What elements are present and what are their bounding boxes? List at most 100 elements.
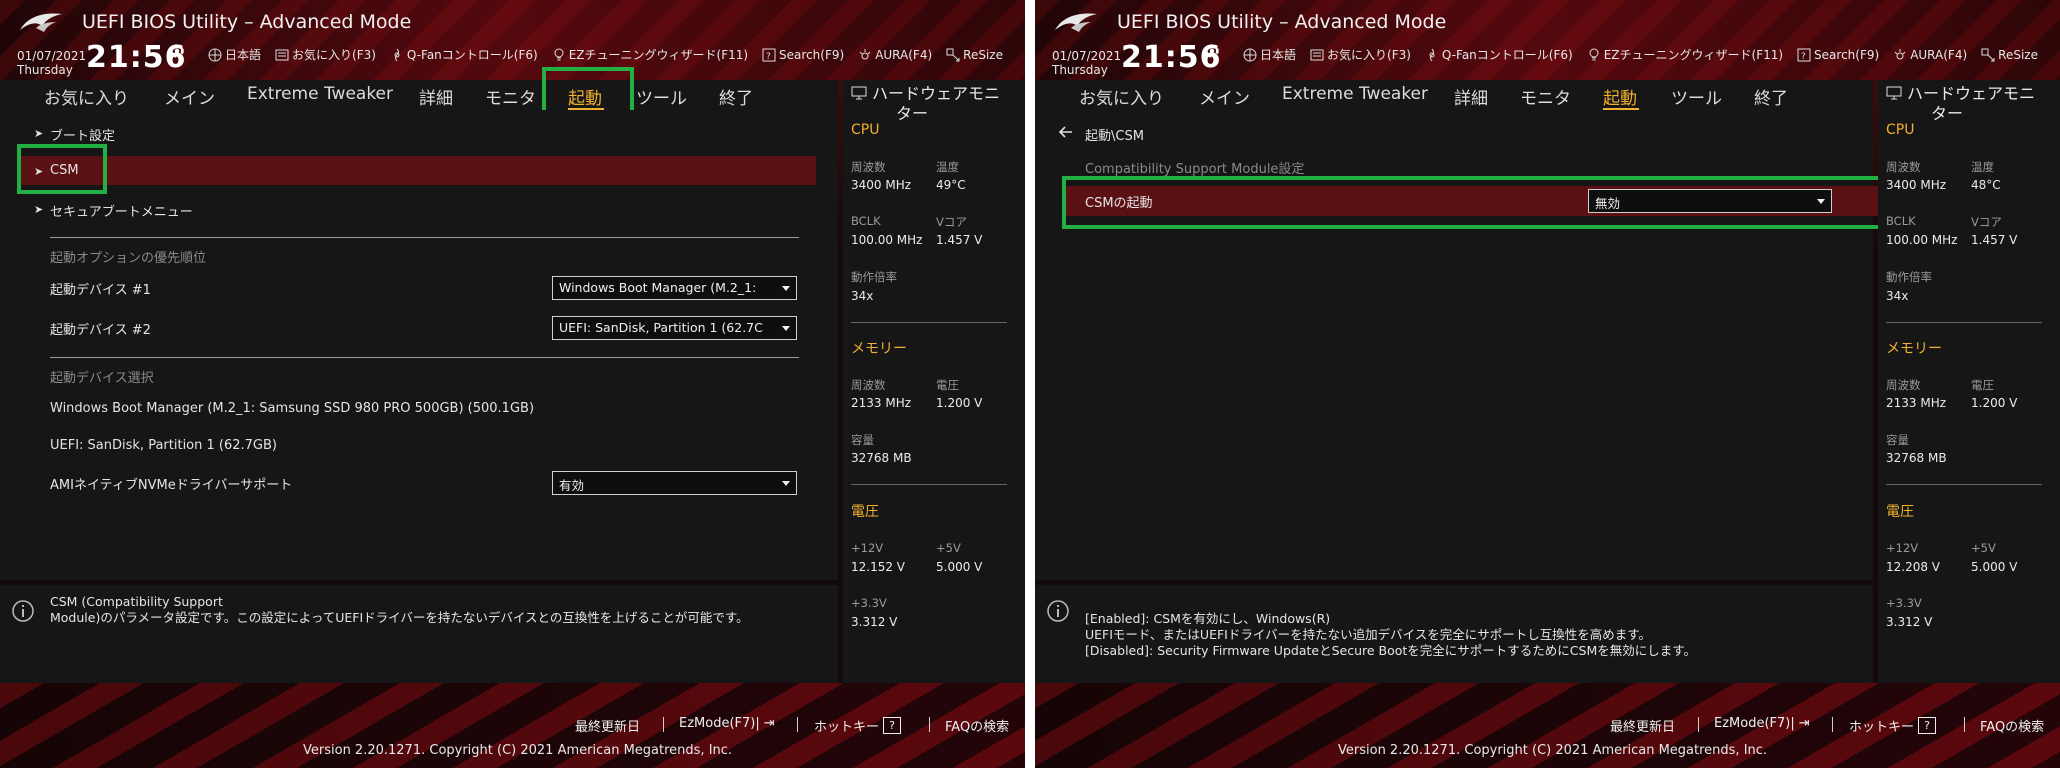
search-label: Search(F9) [1814,47,1880,62]
tab-advanced[interactable]: 詳細 [1454,84,1488,109]
boot-device-option[interactable]: UEFI: SanDisk, Partition 1 (62.7GB) [50,438,277,453]
exit-arrow-icon: ⇥ [763,716,775,731]
globe-icon [1243,48,1257,61]
hw-voltage-heading: 電圧 [851,504,879,520]
resize-label: ReSize [1998,47,2038,62]
menu-item-secure-boot[interactable]: セキュアブートメニュー [50,201,193,220]
breadcrumb: 起動\CSM [1085,129,1144,144]
gear-icon[interactable] [168,42,186,60]
aura-button[interactable]: AURA(F4) [858,46,932,63]
tab-monitor[interactable]: モニタ [1520,84,1571,109]
favorites-button[interactable]: お気に入り(F3) [1310,46,1411,63]
hw-value: 34x [851,289,874,303]
help-line: UEFIモード、またはUEFIドライバーを持たない追加デバイスを完全にサポートし… [1085,627,1651,642]
divider [1886,484,2042,485]
tab-tool[interactable]: ツール [1671,84,1722,109]
favorites-label: お気に入り(F3) [292,48,376,62]
ez-tuning-button[interactable]: EZチューニングウィザード(F11) [552,46,748,63]
help-key-icon: ? [1918,717,1937,734]
list-icon [275,49,289,60]
hw-label: BCLK [851,214,881,228]
nvme-support-select[interactable]: 有効 [552,471,797,495]
hw-label: 周波数 [851,160,886,174]
hw-value: 3400 MHz [1886,178,1947,192]
search-button[interactable]: ? Search(F9) [1797,46,1879,63]
boot-device-option[interactable]: Windows Boot Manager (M.2_1: Samsung SSD… [50,401,534,416]
hw-value: 1.200 V [936,396,983,410]
image-divider [1025,0,1035,768]
faq-search-button[interactable]: FAQの検索 [1980,716,2044,735]
search-button[interactable]: ? Search(F9) [762,46,844,63]
tab-main[interactable]: メイン [164,84,215,109]
hw-label: 容量 [1886,433,1909,447]
favorites-button[interactable]: お気に入り(F3) [275,46,376,63]
aura-button[interactable]: AURA(F4) [1893,46,1967,63]
tab-extreme-tweaker[interactable]: Extreme Tweaker [247,84,393,104]
annotation-box-csm-launch [1062,176,1897,229]
weekday-text: Thursday [17,63,73,77]
tab-favorites[interactable]: お気に入り [1079,84,1164,109]
boot-device-1-select[interactable]: Windows Boot Manager (M.2_1: [552,276,797,300]
app-title: UEFI BIOS Utility – Advanced Mode [82,11,412,33]
help-line: Module)のパラメータ設定です。この設定によってUEFIドライバーを持たない… [50,610,749,625]
qfan-button[interactable]: Q-Fanコントロール(F6) [1425,46,1573,63]
ez-tuning-button[interactable]: EZチューニングウィザード(F11) [1587,46,1783,63]
hw-value: 2133 MHz [1886,396,1947,410]
ezmode-label: EzMode(F7)| [1714,716,1795,731]
boot-device-2-value: UEFI: SanDisk, Partition 1 (62.7C [559,320,763,335]
boot-device-1-label: 起動デバイス #1 [50,283,151,298]
tab-exit[interactable]: 終了 [1754,84,1788,109]
gear-icon[interactable] [1203,42,1221,60]
hw-label: +3.3V [851,596,887,610]
tab-monitor[interactable]: モニタ [485,84,536,109]
chevron-down-icon [782,326,790,331]
help-line: [Enabled]: CSMを有効にし、Windows(R) [1085,611,1331,626]
tab-main[interactable]: メイン [1199,84,1250,109]
language-button[interactable]: 日本語 [1243,46,1296,63]
tab-advanced[interactable]: 詳細 [419,84,453,109]
resize-button[interactable]: ReSize [1981,46,2038,63]
hw-value: 32768 MB [1886,451,1947,465]
ezmode-button[interactable]: EzMode(F7)| ⇥ [679,716,775,731]
hw-label: +5V [1971,541,1996,555]
svg-text:?: ? [1801,52,1806,62]
annotation-box-csm [17,144,107,194]
rog-logo-icon [1055,13,1097,32]
tab-tool[interactable]: ツール [636,84,687,109]
search-icon: ? [762,48,776,62]
date-text: 01/07/2021 [1052,49,1122,63]
search-label: Search(F9) [779,47,845,62]
last-modified-button[interactable]: 最終更新日 [575,716,640,735]
menu-item-boot-config[interactable]: ブート設定 [50,125,115,144]
qfan-label: Q-Fanコントロール(F6) [1441,48,1573,62]
help-line: CSM (Compatibility Support [50,594,223,609]
hw-label: 動作倍率 [1886,270,1932,284]
hw-label: Vコア [936,215,967,229]
qfan-button[interactable]: Q-Fanコントロール(F6) [390,46,538,63]
list-icon [1310,49,1324,60]
tab-extreme-tweaker[interactable]: Extreme Tweaker [1282,84,1428,104]
globe-icon [208,48,222,61]
tab-boot[interactable]: 起動 [1603,84,1637,109]
language-button[interactable]: 日本語 [208,46,261,63]
back-arrow-icon[interactable] [1059,126,1073,138]
bulb-icon [1589,48,1599,60]
hotkeys-button[interactable]: ホットキー? [814,716,902,735]
aura-label: AURA(F4) [1910,47,1968,62]
last-modified-button[interactable]: 最終更新日 [1610,716,1675,735]
tab-favorites[interactable]: お気に入り [44,84,129,109]
hw-label: +12V [851,541,884,555]
menu-item-csm-highlight[interactable] [18,156,816,185]
boot-device-2-label: 起動デバイス #2 [50,323,151,338]
copyright-text: Version 2.20.1271. Copyright (C) 2021 Am… [303,743,733,758]
tab-exit[interactable]: 終了 [719,84,753,109]
ezmode-button[interactable]: EzMode(F7)| ⇥ [1714,716,1810,731]
resize-button[interactable]: ReSize [946,46,1003,63]
hotkeys-button[interactable]: ホットキー? [1849,716,1937,735]
boot-device-2-select[interactable]: UEFI: SanDisk, Partition 1 (62.7C [552,316,797,340]
bulb-icon [554,48,564,60]
divider [1886,322,2042,323]
hw-value: 12.208 V [1886,560,1941,574]
faq-search-button[interactable]: FAQの検索 [945,716,1009,735]
separator [663,717,664,732]
